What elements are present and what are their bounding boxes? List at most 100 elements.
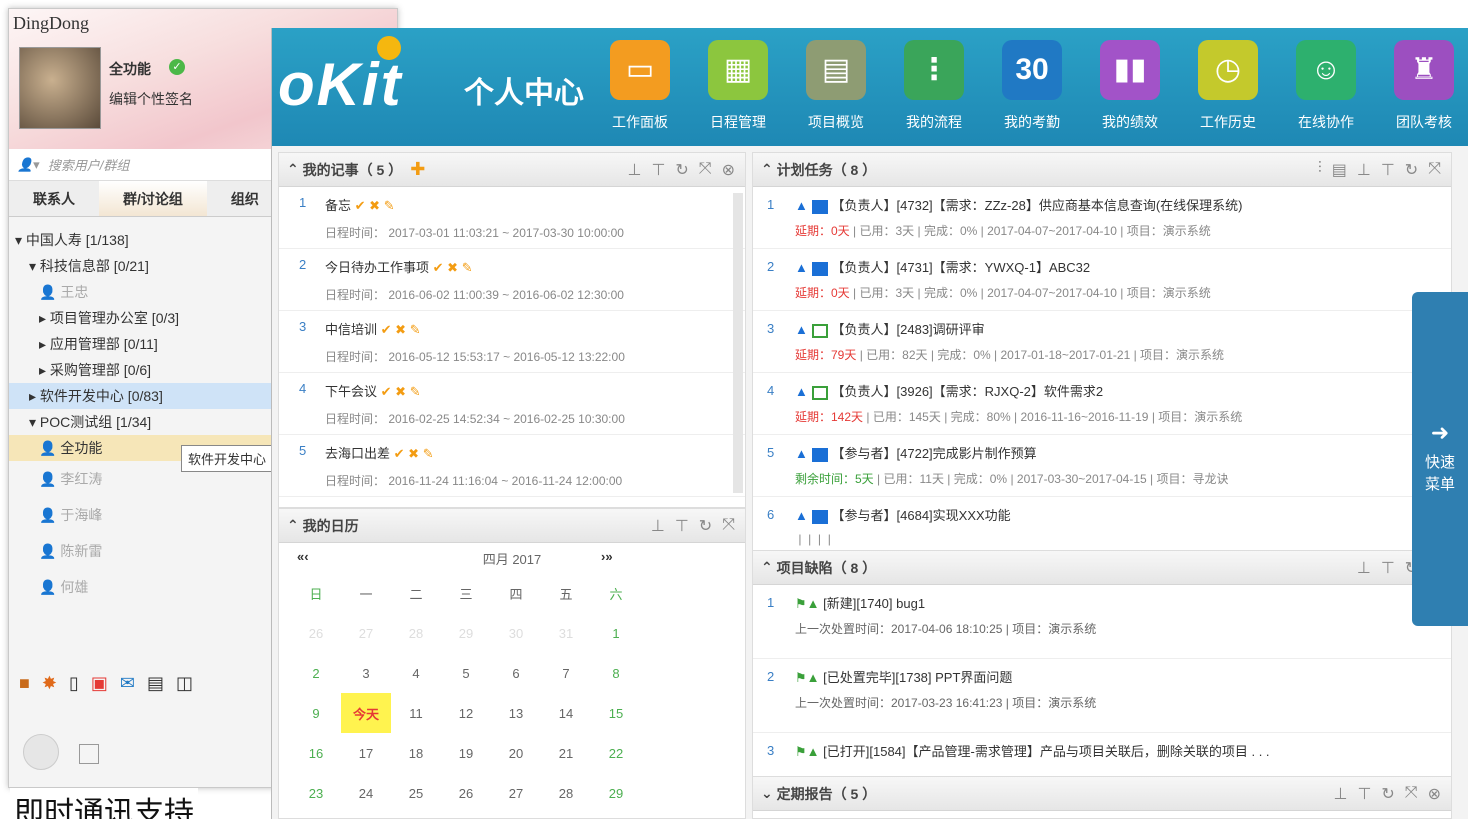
add-icon[interactable]: ✚ bbox=[410, 159, 425, 180]
avatar[interactable] bbox=[19, 47, 101, 129]
list-icon[interactable]: ▤ bbox=[1332, 160, 1347, 180]
online-status-icon[interactable]: ✓ bbox=[169, 59, 185, 75]
refresh-icon[interactable]: ↻ bbox=[675, 160, 688, 180]
calendar-day[interactable]: 20 bbox=[491, 733, 541, 773]
pin-bottom-icon[interactable]: ⊥ bbox=[1357, 160, 1371, 180]
calendar-day[interactable]: 4 bbox=[491, 813, 541, 819]
pin-bottom-icon[interactable]: ⊥ bbox=[1334, 784, 1348, 804]
next-year-icon[interactable]: ›» bbox=[601, 549, 613, 564]
doc-icon[interactable]: ▤ bbox=[147, 673, 164, 694]
memo-item[interactable]: 4 下午会议 ✔ ✖ ✎ 日程时间： 2016-02-25 14:52:34 ~ 2… bbox=[279, 373, 745, 435]
box-icon[interactable] bbox=[79, 744, 99, 764]
calendar-day[interactable]: 12 bbox=[441, 693, 491, 733]
user-icon[interactable]: 👤▾ bbox=[17, 157, 40, 173]
calendar-day[interactable]: 6 bbox=[591, 813, 641, 819]
calendar-day[interactable]: 今天 bbox=[341, 693, 391, 733]
calendar-day[interactable]: 30 bbox=[491, 613, 541, 653]
calendar-day[interactable]: 2 bbox=[391, 813, 441, 819]
pin-top-icon[interactable]: ⊤ bbox=[1381, 160, 1395, 180]
calendar-day[interactable]: 30 bbox=[291, 813, 341, 819]
calendar-day[interactable]: 17 bbox=[341, 733, 391, 773]
calendar-day[interactable]: 23 bbox=[291, 773, 341, 813]
delete-icon[interactable]: ✖ bbox=[395, 322, 406, 337]
nav-item[interactable]: ▤ 项目概览 bbox=[794, 40, 878, 132]
calendar-day[interactable]: 26 bbox=[291, 613, 341, 653]
pin-bottom-icon[interactable]: ⊥ bbox=[651, 516, 665, 536]
nav-item[interactable]: 30 我的考勤 bbox=[990, 40, 1074, 132]
calendar-day[interactable]: 22 bbox=[591, 733, 641, 773]
calendar-day[interactable]: 5 bbox=[541, 813, 591, 819]
calendar-day[interactable]: 24 bbox=[341, 773, 391, 813]
star-icon[interactable]: ✸ bbox=[42, 673, 57, 694]
memo-item[interactable]: 2 今日待办工作事项 ✔ ✖ ✎ 日程时间： 2016-06-02 11:00:39… bbox=[279, 249, 745, 311]
collapse-icon[interactable]: ⌃ bbox=[761, 161, 777, 178]
refresh-icon[interactable]: ↻ bbox=[1405, 160, 1418, 180]
calendar-day[interactable]: 2 bbox=[291, 653, 341, 693]
signature-field[interactable]: 编辑个性签名 bbox=[109, 89, 193, 109]
nav-item[interactable]: ▭ 工作面板 bbox=[598, 40, 682, 132]
fullscreen-icon[interactable]: ⤧ bbox=[722, 516, 735, 536]
refresh-icon[interactable]: ↻ bbox=[699, 516, 712, 536]
calendar-day[interactable]: 26 bbox=[441, 773, 491, 813]
calendar-day[interactable]: 11 bbox=[391, 693, 441, 733]
memo-item[interactable]: 3 中信培训 ✔ ✖ ✎ 日程时间： 2016-05-12 15:53:17 ~ 2… bbox=[279, 311, 745, 373]
calendar-day[interactable]: 25 bbox=[391, 773, 441, 813]
delete-icon[interactable]: ✖ bbox=[395, 384, 406, 399]
calendar-day[interactable]: 1 bbox=[341, 813, 391, 819]
calendar-day[interactable]: 28 bbox=[541, 773, 591, 813]
collapse-icon[interactable]: ⌃ bbox=[761, 559, 777, 576]
calendar-day[interactable]: 27 bbox=[491, 773, 541, 813]
bug-item[interactable]: 2 ⚑▲ [已处置完毕][1738] PPT界面问题 上一次处置时间：2017-03… bbox=[753, 659, 1451, 733]
bag-icon[interactable]: ■ bbox=[19, 673, 30, 694]
nav-item[interactable]: ▦ 日程管理 bbox=[696, 40, 780, 132]
chart-icon[interactable]: ⫶ bbox=[1318, 160, 1322, 180]
pin-top-icon[interactable]: ⊤ bbox=[675, 516, 689, 536]
nav-item[interactable]: ♜ 团队考核 bbox=[1382, 40, 1466, 132]
check-icon[interactable]: ✔ bbox=[381, 322, 392, 337]
memo-item[interactable]: 5 去海口出差 ✔ ✖ ✎ 日程时间： 2016-11-24 11:16:04 ~ … bbox=[279, 435, 745, 497]
fullscreen-icon[interactable]: ⤧ bbox=[1428, 160, 1441, 180]
close-icon[interactable]: ⊗ bbox=[1428, 784, 1441, 804]
nav-item[interactable]: ▮▮ 我的绩效 bbox=[1088, 40, 1172, 132]
edit-icon[interactable]: ✎ bbox=[384, 198, 395, 213]
calendar-day[interactable]: 15 bbox=[591, 693, 641, 733]
calendar-day[interactable]: 9 bbox=[291, 693, 341, 733]
calendar-day[interactable]: 14 bbox=[541, 693, 591, 733]
edit-icon[interactable]: ✎ bbox=[462, 260, 473, 275]
calendar-day[interactable]: 13 bbox=[491, 693, 541, 733]
calendar-day[interactable]: 3 bbox=[441, 813, 491, 819]
delete-icon[interactable]: ✖ bbox=[369, 198, 380, 213]
pin-top-icon[interactable]: ⊤ bbox=[1357, 784, 1371, 804]
calendar-day[interactable]: 19 bbox=[441, 733, 491, 773]
menu-icon[interactable] bbox=[23, 734, 59, 770]
calendar-day[interactable]: 28 bbox=[391, 613, 441, 653]
calendar-day[interactable]: 16 bbox=[291, 733, 341, 773]
collapse-icon[interactable]: ⌃ bbox=[287, 161, 303, 178]
bug-item[interactable]: 3 ⚑▲ [已打开][1584]【产品管理-需求管理】产品与项目关联后，删除关联的… bbox=[753, 733, 1451, 781]
nav-item[interactable]: ☺ 在线协作 bbox=[1284, 40, 1368, 132]
mail-icon[interactable]: ✉ bbox=[120, 673, 135, 694]
fullscreen-icon[interactable]: ⤧ bbox=[1405, 784, 1418, 804]
nav-item[interactable]: ◷ 工作历史 bbox=[1186, 40, 1270, 132]
close-icon[interactable]: ⊗ bbox=[722, 160, 735, 180]
pin-top-icon[interactable]: ⊤ bbox=[651, 160, 665, 180]
tab-groups[interactable]: 群/讨论组 bbox=[99, 181, 207, 216]
calendar-day[interactable]: 5 bbox=[441, 653, 491, 693]
check-icon[interactable]: ✔ bbox=[381, 384, 392, 399]
calendar-day[interactable]: 31 bbox=[541, 613, 591, 653]
task-item[interactable]: 3 ▲ 【负责人】[2483]调研评审 延期：79天 | 已用：82天 | 完成：0… bbox=[753, 311, 1451, 373]
search-input[interactable]: 搜索用户/群组 bbox=[48, 155, 130, 174]
check-icon[interactable]: ✔ bbox=[433, 260, 444, 275]
fullscreen-icon[interactable]: ⤧ bbox=[699, 160, 712, 180]
calendar-day[interactable]: 27 bbox=[341, 613, 391, 653]
task-item[interactable]: 1 ▲ 【负责人】[4732]【需求：ZZz-28】供应商基本信息查询(在线保理系… bbox=[753, 187, 1451, 249]
calendar-day[interactable]: 29 bbox=[441, 613, 491, 653]
pin-bottom-icon[interactable]: ⊥ bbox=[1357, 558, 1371, 578]
calendar-day[interactable]: 8 bbox=[591, 653, 641, 693]
nav-item[interactable]: ⋮ 我的流程 bbox=[892, 40, 976, 132]
expand-icon[interactable]: ⌄ bbox=[761, 785, 777, 802]
check-icon[interactable]: ✔ bbox=[355, 198, 366, 213]
calendar-icon[interactable]: ▣ bbox=[91, 673, 108, 694]
refresh-icon[interactable]: ↻ bbox=[1381, 784, 1394, 804]
task-item[interactable]: 2 ▲ 【负责人】[4731]【需求：YWXQ-1】ABC32 延期：0天 | 已用… bbox=[753, 249, 1451, 311]
